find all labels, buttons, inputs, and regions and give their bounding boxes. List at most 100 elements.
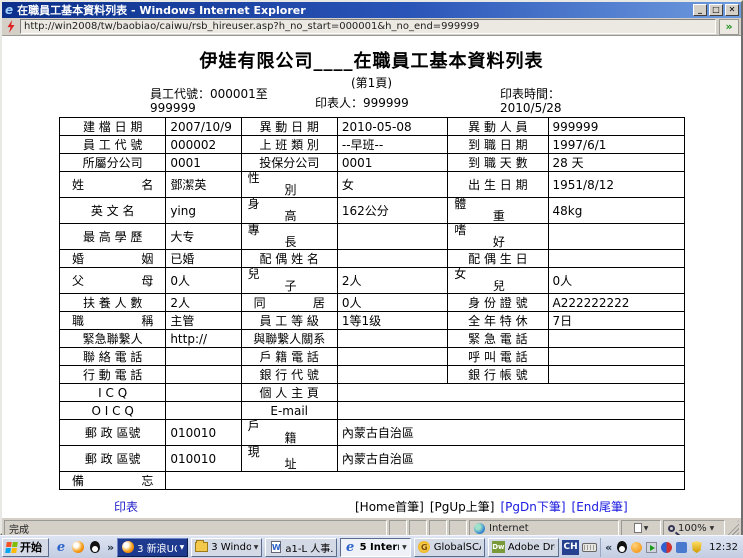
taskbar-button-label: Adobe Dre... bbox=[508, 542, 555, 553]
chevron-down-icon: ▼ bbox=[254, 544, 259, 551]
shield-icon bbox=[691, 541, 702, 553]
taskbar-button[interactable]: 3 Window...▼ bbox=[191, 538, 262, 557]
printer-id: 印表人：999999 bbox=[315, 94, 409, 111]
qq-tray-icon[interactable] bbox=[615, 541, 628, 554]
taskbar-button[interactable]: Wa1-L 人事... bbox=[265, 538, 336, 557]
field-label: 緊 急 電 話 bbox=[448, 330, 548, 348]
resize-grip[interactable] bbox=[727, 520, 739, 536]
field-value: 0人 bbox=[166, 268, 241, 294]
taskbar-button[interactable]: e5 Intern...▼ bbox=[340, 538, 411, 557]
security-zone-panel: Internet bbox=[469, 520, 619, 536]
go-button[interactable]: » bbox=[719, 19, 739, 35]
print-link[interactable]: 印表 bbox=[114, 498, 138, 515]
field-label: 員 工 代 號 bbox=[60, 136, 166, 154]
field-value: 2人 bbox=[337, 268, 447, 294]
field-value bbox=[548, 224, 684, 250]
field-label: 配 偶 生 日 bbox=[448, 250, 548, 268]
field-label-char: 子 bbox=[284, 280, 296, 293]
field-label: 郵 政 區號 bbox=[60, 420, 166, 446]
print-time: 印表時間： 2010/5/28 bbox=[500, 87, 562, 115]
media-tray-icon[interactable] bbox=[645, 541, 658, 554]
taskbar-button[interactable]: DwAdobe Dre... bbox=[488, 538, 559, 557]
close-button[interactable]: ✕ bbox=[725, 4, 739, 16]
field-value: A222222222 bbox=[548, 294, 684, 312]
window-title: 在職員工基本資料列表 - Windows Internet Explorer bbox=[17, 2, 691, 18]
ie-quicklaunch-icon[interactable]: e bbox=[54, 540, 68, 554]
field-label: 職 稱 bbox=[60, 312, 166, 330]
ie-window-icon: e bbox=[5, 3, 13, 17]
taskbar-button-label: 3 Window... bbox=[211, 542, 251, 553]
quick-launch-overflow-chevron[interactable]: » bbox=[107, 541, 114, 554]
status-cell-1 bbox=[389, 520, 407, 536]
start-button[interactable]: 开始 bbox=[2, 538, 49, 557]
shield-tray-icon[interactable] bbox=[690, 541, 703, 554]
uc-quicklaunch-icon[interactable] bbox=[71, 540, 85, 554]
field-label-char: 體 bbox=[454, 198, 466, 211]
page-content: 伊娃有限公司____在職員工基本資料列表 (第1頁) 員工代號：000001至 … bbox=[2, 36, 741, 518]
field-label: 建 檔 日 期 bbox=[60, 118, 166, 136]
protected-mode-icon bbox=[634, 523, 642, 533]
field-value: --早班-- bbox=[337, 136, 447, 154]
windows-logo-icon bbox=[5, 542, 18, 553]
taskbar: 开始 e » 3 新浪UC▼3 Window...▼Wa1-L 人事...e5 … bbox=[0, 535, 743, 558]
field-label: 扶 養 人 數 bbox=[60, 294, 166, 312]
field-label: 婚 姻 bbox=[60, 250, 166, 268]
protected-mode-panel[interactable]: ▼ bbox=[621, 520, 661, 536]
field-value: 大专 bbox=[166, 224, 241, 250]
minimize-button[interactable]: _ bbox=[693, 4, 707, 16]
field-label: 身高 bbox=[241, 198, 337, 224]
zoom-level: 100% bbox=[678, 523, 707, 534]
taskbar-clock: 12:32 bbox=[706, 542, 741, 553]
task-buttons: 3 新浪UC▼3 Window...▼Wa1-L 人事...e5 Intern.… bbox=[117, 538, 559, 557]
field-label: 兒子 bbox=[241, 268, 337, 294]
field-label: 最 高 學 歷 bbox=[60, 224, 166, 250]
record-nav-link[interactable]: [PgUp上筆] bbox=[430, 500, 495, 514]
taskbar-button[interactable]: GGlobalSCA.. bbox=[414, 538, 485, 557]
table-body: 建 檔 日 期2007/10/9異 動 日 期2010-05-08異 動 人 員… bbox=[60, 118, 685, 490]
tray-collapse-chevron[interactable]: « bbox=[605, 541, 612, 554]
field-label-char: 現 bbox=[248, 446, 260, 459]
field-value bbox=[548, 330, 684, 348]
msn-tray-icon[interactable] bbox=[660, 541, 673, 554]
zoom-control[interactable]: 100% ▼ bbox=[663, 520, 725, 536]
page-error-icon bbox=[6, 20, 16, 33]
field-label: E-mail bbox=[241, 402, 337, 420]
taskbar-button-label: 3 新浪UC bbox=[137, 540, 177, 555]
field-label: 郵 政 區號 bbox=[60, 446, 166, 472]
field-label: 到 職 天 數 bbox=[448, 154, 548, 172]
system-tray: « 12:32 bbox=[600, 538, 741, 557]
field-label: 戶 籍 電 話 bbox=[241, 348, 337, 366]
field-label: 銀 行 代 號 bbox=[241, 366, 337, 384]
field-label-char: 址 bbox=[284, 458, 296, 471]
plug-tray-icon[interactable] bbox=[675, 541, 688, 554]
qq-quicklaunch-icon[interactable] bbox=[88, 540, 102, 554]
field-value bbox=[337, 402, 684, 420]
record-nav-link[interactable]: [End尾筆] bbox=[572, 500, 628, 514]
field-value: http:// bbox=[166, 330, 241, 348]
status-cell-4 bbox=[449, 520, 467, 536]
url-input[interactable]: http://win2008/tw/baobiao/caiwu/rsb_hire… bbox=[20, 19, 716, 34]
keyboard-icon[interactable] bbox=[582, 543, 597, 552]
field-value: 0人 bbox=[548, 268, 684, 294]
field-label: 行 動 電 話 bbox=[60, 366, 166, 384]
field-value bbox=[337, 366, 447, 384]
ie-icon: e bbox=[57, 540, 65, 555]
field-label-char: 高 bbox=[284, 210, 296, 223]
field-value bbox=[337, 330, 447, 348]
screen: e 在職員工基本資料列表 - Windows Internet Explorer… bbox=[0, 0, 743, 558]
language-indicator[interactable]: CH bbox=[562, 540, 579, 555]
uc-icon bbox=[72, 541, 84, 553]
field-label: 全 年 特 休 bbox=[448, 312, 548, 330]
field-value: 2010-05-08 bbox=[337, 118, 447, 136]
flower-tray-icon[interactable] bbox=[630, 541, 643, 554]
field-value: 1997/6/1 bbox=[548, 136, 684, 154]
field-value: 2人 bbox=[166, 294, 241, 312]
field-value bbox=[548, 348, 684, 366]
record-nav-link[interactable]: [PgDn下筆] bbox=[500, 500, 565, 514]
page-number: (第1頁) bbox=[2, 74, 741, 91]
maximize-button[interactable]: □ bbox=[709, 4, 723, 16]
record-nav-link[interactable]: [Home首筆] bbox=[355, 500, 424, 514]
taskbar-button[interactable]: 3 新浪UC▼ bbox=[117, 538, 188, 557]
field-label: 父 母 bbox=[60, 268, 166, 294]
field-value: 內蒙古自治區 bbox=[337, 420, 684, 446]
